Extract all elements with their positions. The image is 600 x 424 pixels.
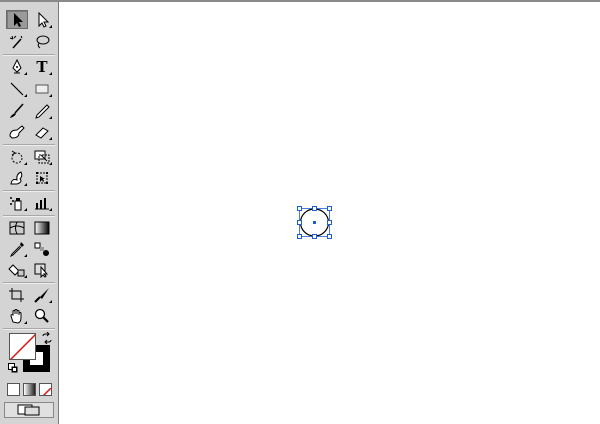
lasso-tool[interactable]	[31, 32, 53, 51]
magnifier-icon	[34, 308, 49, 323]
direct-selection-tool[interactable]	[31, 10, 53, 29]
crop-icon	[9, 287, 24, 302]
paintbrush-tool[interactable]	[6, 101, 28, 120]
selection-tool[interactable]	[6, 10, 28, 29]
fill-stroke-control	[6, 332, 54, 374]
pen-tool[interactable]	[6, 57, 28, 76]
tools-panel: T	[0, 2, 59, 424]
color-mode-button[interactable]	[7, 383, 20, 396]
more-tools-indicator	[49, 25, 52, 28]
rotate-tool[interactable]	[6, 147, 28, 166]
more-tools-indicator	[24, 321, 27, 324]
more-tools-indicator	[49, 208, 52, 211]
eraser-tool[interactable]	[31, 122, 53, 141]
toolbox-divider	[3, 215, 55, 217]
more-tools-indicator	[24, 208, 27, 211]
toolbox-divider	[3, 282, 55, 284]
more-tools-indicator	[49, 72, 52, 75]
gradient-tool[interactable]	[31, 218, 53, 237]
more-tools-indicator	[24, 94, 27, 97]
brush-icon	[10, 103, 24, 118]
magic-wand-tool[interactable]	[6, 32, 28, 51]
toolbox-divider	[3, 144, 55, 146]
default-fill-stroke-icon[interactable]	[8, 363, 18, 373]
more-tools-indicator	[49, 116, 52, 119]
none-icon	[42, 387, 51, 395]
live-paint-selection-icon	[34, 263, 49, 278]
pencil-tool[interactable]	[31, 101, 53, 120]
more-tools-indicator	[24, 162, 27, 165]
toolbox-divider	[3, 190, 55, 192]
live-paint-bucket-tool[interactable]	[6, 260, 28, 279]
zoom-tool[interactable]	[31, 306, 53, 325]
magic-wand-icon	[9, 35, 23, 48]
gradient-mode-button[interactable]	[23, 383, 36, 396]
eyedropper-tool[interactable]	[6, 239, 28, 258]
screen-mode-icon	[17, 404, 40, 416]
screen-mode-button[interactable]	[4, 402, 54, 418]
mesh-tool[interactable]	[6, 218, 28, 237]
more-tools-indicator	[24, 254, 27, 257]
rectangle-tool[interactable]	[31, 79, 53, 98]
none-icon	[10, 334, 35, 359]
blend-tool[interactable]	[31, 239, 53, 258]
more-tools-indicator	[49, 137, 52, 140]
fill-swatch[interactable]	[9, 333, 36, 360]
live-paint-selection-tool[interactable]	[31, 260, 53, 279]
crop-area-tool[interactable]	[6, 285, 28, 304]
blend-icon	[34, 242, 49, 256]
none-mode-button[interactable]	[39, 383, 52, 396]
scale-tool[interactable]	[31, 147, 53, 166]
symbol-sprayer-tool[interactable]	[6, 193, 28, 212]
line-segment-tool[interactable]	[6, 79, 28, 98]
blob-brush-tool[interactable]	[6, 122, 28, 141]
hand-tool[interactable]	[6, 306, 28, 325]
swap-fill-stroke-icon[interactable]	[41, 332, 53, 344]
type-icon: T	[36, 57, 48, 76]
more-tools-indicator	[24, 275, 27, 278]
free-transform-icon	[36, 171, 48, 184]
more-tools-indicator	[24, 72, 27, 75]
lasso-icon	[36, 35, 50, 48]
gradient-icon	[34, 221, 50, 234]
more-tools-indicator	[49, 94, 52, 97]
free-transform-tool[interactable]	[31, 168, 53, 187]
more-tools-indicator	[24, 183, 27, 186]
slice-tool[interactable]	[31, 285, 53, 304]
column-graph-tool[interactable]	[31, 193, 53, 212]
mesh-icon	[9, 221, 25, 234]
type-tool[interactable]: T	[31, 57, 53, 76]
toolbox-divider	[3, 54, 55, 56]
blob-brush-icon	[9, 124, 25, 139]
more-tools-indicator	[49, 300, 52, 303]
more-tools-indicator	[49, 162, 52, 165]
arrow-icon	[14, 12, 23, 27]
warp-tool[interactable]	[6, 168, 28, 187]
selected-ellipse[interactable]	[296, 205, 333, 240]
toolbox-divider	[3, 328, 55, 330]
